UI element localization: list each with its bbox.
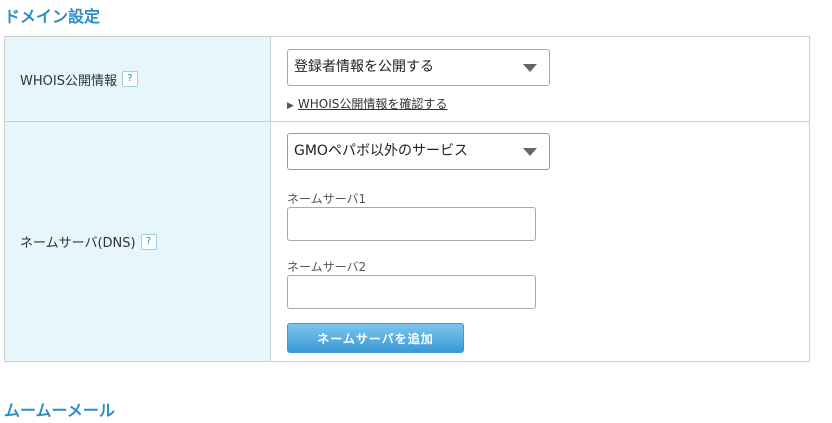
triangle-right-icon: ▶	[287, 101, 294, 111]
whois-confirm-link[interactable]: WHOIS公開情報を確認する	[298, 97, 448, 111]
nameserver1-label: ネームサーバ1	[287, 192, 367, 206]
chevron-down-icon	[523, 148, 537, 156]
section-title-domain: ドメイン設定	[4, 7, 101, 26]
whois-select[interactable]: 登録者情報を公開する	[287, 49, 550, 86]
whois-label-cell: WHOIS公開情報 ?	[5, 37, 271, 121]
nameserver-select-value: GMOペパボ以外のサービス	[294, 143, 468, 159]
nameserver-row: ネームサーバ(DNS) ? GMOペパボ以外のサービス ネームサーバ1 ネームサ…	[5, 122, 809, 361]
domain-settings-table: WHOIS公開情報 ? 登録者情報を公開する ▶ WHOIS公開情報を確認する ネ…	[4, 36, 810, 362]
whois-row: WHOIS公開情報 ? 登録者情報を公開する ▶ WHOIS公開情報を確認する	[5, 37, 809, 122]
nameserver-label: ネームサーバ(DNS)	[20, 236, 136, 251]
nameserver-label-cell: ネームサーバ(DNS) ?	[5, 122, 271, 361]
nameserver2-label: ネームサーバ2	[287, 260, 367, 274]
whois-label: WHOIS公開情報	[20, 73, 117, 89]
nameserver-select[interactable]: GMOペパボ以外のサービス	[287, 133, 550, 170]
whois-link-line: ▶ WHOIS公開情報を確認する	[287, 95, 447, 112]
nameserver1-input[interactable]	[287, 207, 536, 241]
whois-value-cell: 登録者情報を公開する ▶ WHOIS公開情報を確認する	[271, 37, 809, 121]
section-title-mumu-mail: ムームーメール	[4, 401, 115, 420]
chevron-down-icon	[523, 64, 537, 72]
nameserver2-input[interactable]	[287, 275, 536, 309]
whois-select-value: 登録者情報を公開する	[294, 59, 434, 75]
add-nameserver-button[interactable]: ネームサーバを追加	[287, 323, 464, 353]
whois-help-icon[interactable]: ?	[121, 71, 138, 87]
nameserver-help-icon[interactable]: ?	[140, 233, 157, 250]
nameserver-value-cell: GMOペパボ以外のサービス ネームサーバ1 ネームサーバ2 ネームサーバを追加	[271, 122, 809, 361]
